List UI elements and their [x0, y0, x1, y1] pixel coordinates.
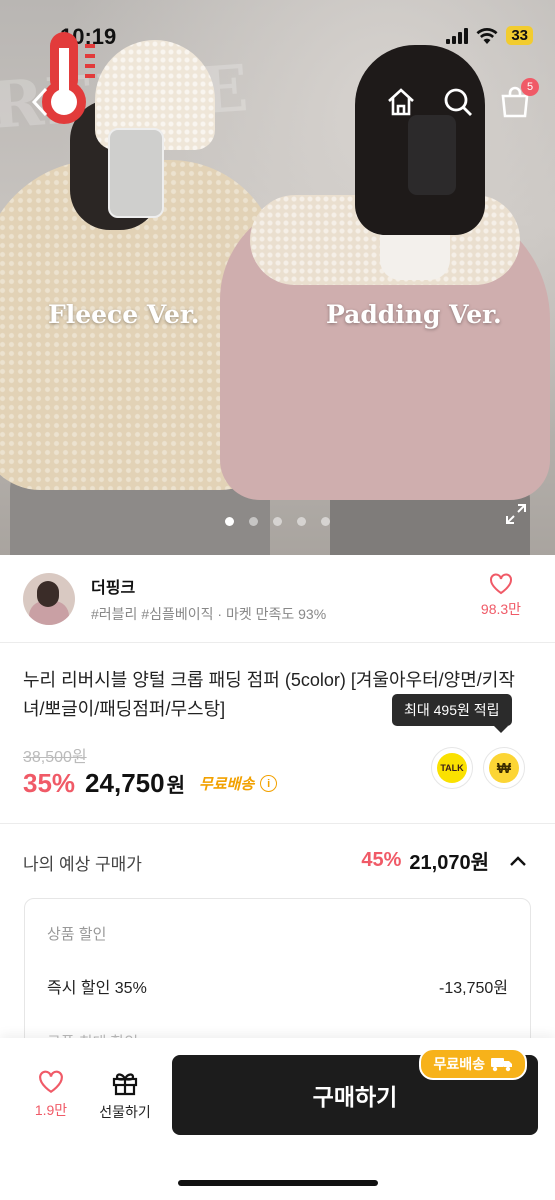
signal-icon	[446, 27, 469, 44]
instant-discount-row: 즉시 할인 35% -13,750원	[47, 974, 508, 998]
shop-info-row[interactable]: 더핑크 #러블리 #심플베이직 · 마켓 만족도 93% 98.3만	[0, 555, 555, 643]
original-price: 38,500원	[23, 749, 87, 766]
carousel-dot[interactable]	[273, 517, 282, 526]
truck-icon	[491, 1058, 512, 1072]
model-left-phone	[108, 128, 164, 218]
product-discount-title: 상품 할인	[47, 926, 107, 943]
wifi-icon	[476, 27, 498, 44]
fleece-version-label: Fleece Ver.	[48, 300, 200, 329]
buy-label: 구매하기	[312, 1084, 398, 1110]
won-coin-icon: ₩	[489, 753, 519, 783]
reward-tooltip: 최대 495원 적립	[392, 694, 512, 733]
shop-avatar[interactable]	[23, 573, 75, 625]
carousel-dot[interactable]	[297, 517, 306, 526]
back-button[interactable]	[22, 84, 58, 120]
heart-icon	[39, 1070, 63, 1094]
bottom-action-bar: 1.9만 선물하기 구매하기 무료배송	[0, 1038, 555, 1200]
home-icon	[388, 88, 414, 116]
estimated-discount: 45%	[361, 849, 402, 871]
search-button[interactable]	[440, 84, 476, 120]
carousel-dot[interactable]	[321, 517, 330, 526]
estimated-price-label: 나의 예상 구매가	[23, 855, 142, 874]
expand-icon[interactable]	[504, 502, 528, 526]
shop-like-button[interactable]: 98.3만	[471, 573, 531, 619]
padding-version-label: Padding Ver.	[326, 300, 502, 329]
kakao-talk-button[interactable]: TALK	[431, 747, 473, 789]
back-icon	[31, 87, 48, 117]
gift-icon	[112, 1073, 138, 1096]
discount-breakdown-card: 상품 할인 즉시 할인 35% -13,750원 쿠폰 최대 할인	[24, 898, 531, 1058]
reward-points-button[interactable]: ₩	[483, 747, 525, 789]
status-indicators: 33	[446, 26, 533, 45]
estimated-price: 21,070원	[409, 852, 489, 874]
battery-indicator: 33	[506, 26, 533, 45]
free-shipping-label: 무료배송	[198, 776, 255, 793]
info-icon[interactable]: i	[260, 775, 278, 792]
section-divider	[0, 823, 555, 824]
model-right-phone	[408, 115, 456, 195]
talk-icon: TALK	[437, 753, 467, 783]
free-shipping-badge-label: 무료배송	[433, 1056, 485, 1072]
instant-discount-label: 즉시 할인 35%	[47, 980, 147, 997]
carousel-dots	[225, 517, 330, 526]
carousel-dot[interactable]	[249, 517, 258, 526]
gift-label: 선물하기	[99, 1104, 151, 1120]
cart-button[interactable]: 5	[497, 78, 539, 120]
shop-name[interactable]: 더핑크	[91, 574, 135, 598]
discount-rate: 35%	[23, 768, 76, 798]
home-indicator	[178, 1180, 378, 1186]
carousel-dot[interactable]	[225, 517, 234, 526]
search-icon	[444, 88, 472, 116]
heart-icon	[490, 573, 512, 595]
shop-like-count: 98.3만	[480, 601, 522, 617]
shop-tags: #러블리 #심플베이직 · 마켓 만족도 93%	[91, 606, 327, 622]
price-row: 35% 24,750 원 무료배송 i	[23, 768, 278, 799]
estimated-price-toggle[interactable]: 45% 21,070원	[361, 846, 527, 875]
sale-price: 24,750	[85, 768, 165, 798]
like-button[interactable]: 1.9만	[28, 1070, 74, 1120]
home-button[interactable]	[383, 84, 419, 120]
gift-button[interactable]: 선물하기	[92, 1070, 158, 1122]
chevron-up-icon	[510, 855, 526, 866]
cart-count-badge: 5	[521, 78, 539, 96]
free-shipping-badge: 무료배송	[419, 1048, 527, 1080]
price-unit: 원	[166, 775, 185, 797]
like-count: 1.9만	[34, 1102, 68, 1118]
instant-discount-value: -13,750원	[439, 980, 508, 997]
